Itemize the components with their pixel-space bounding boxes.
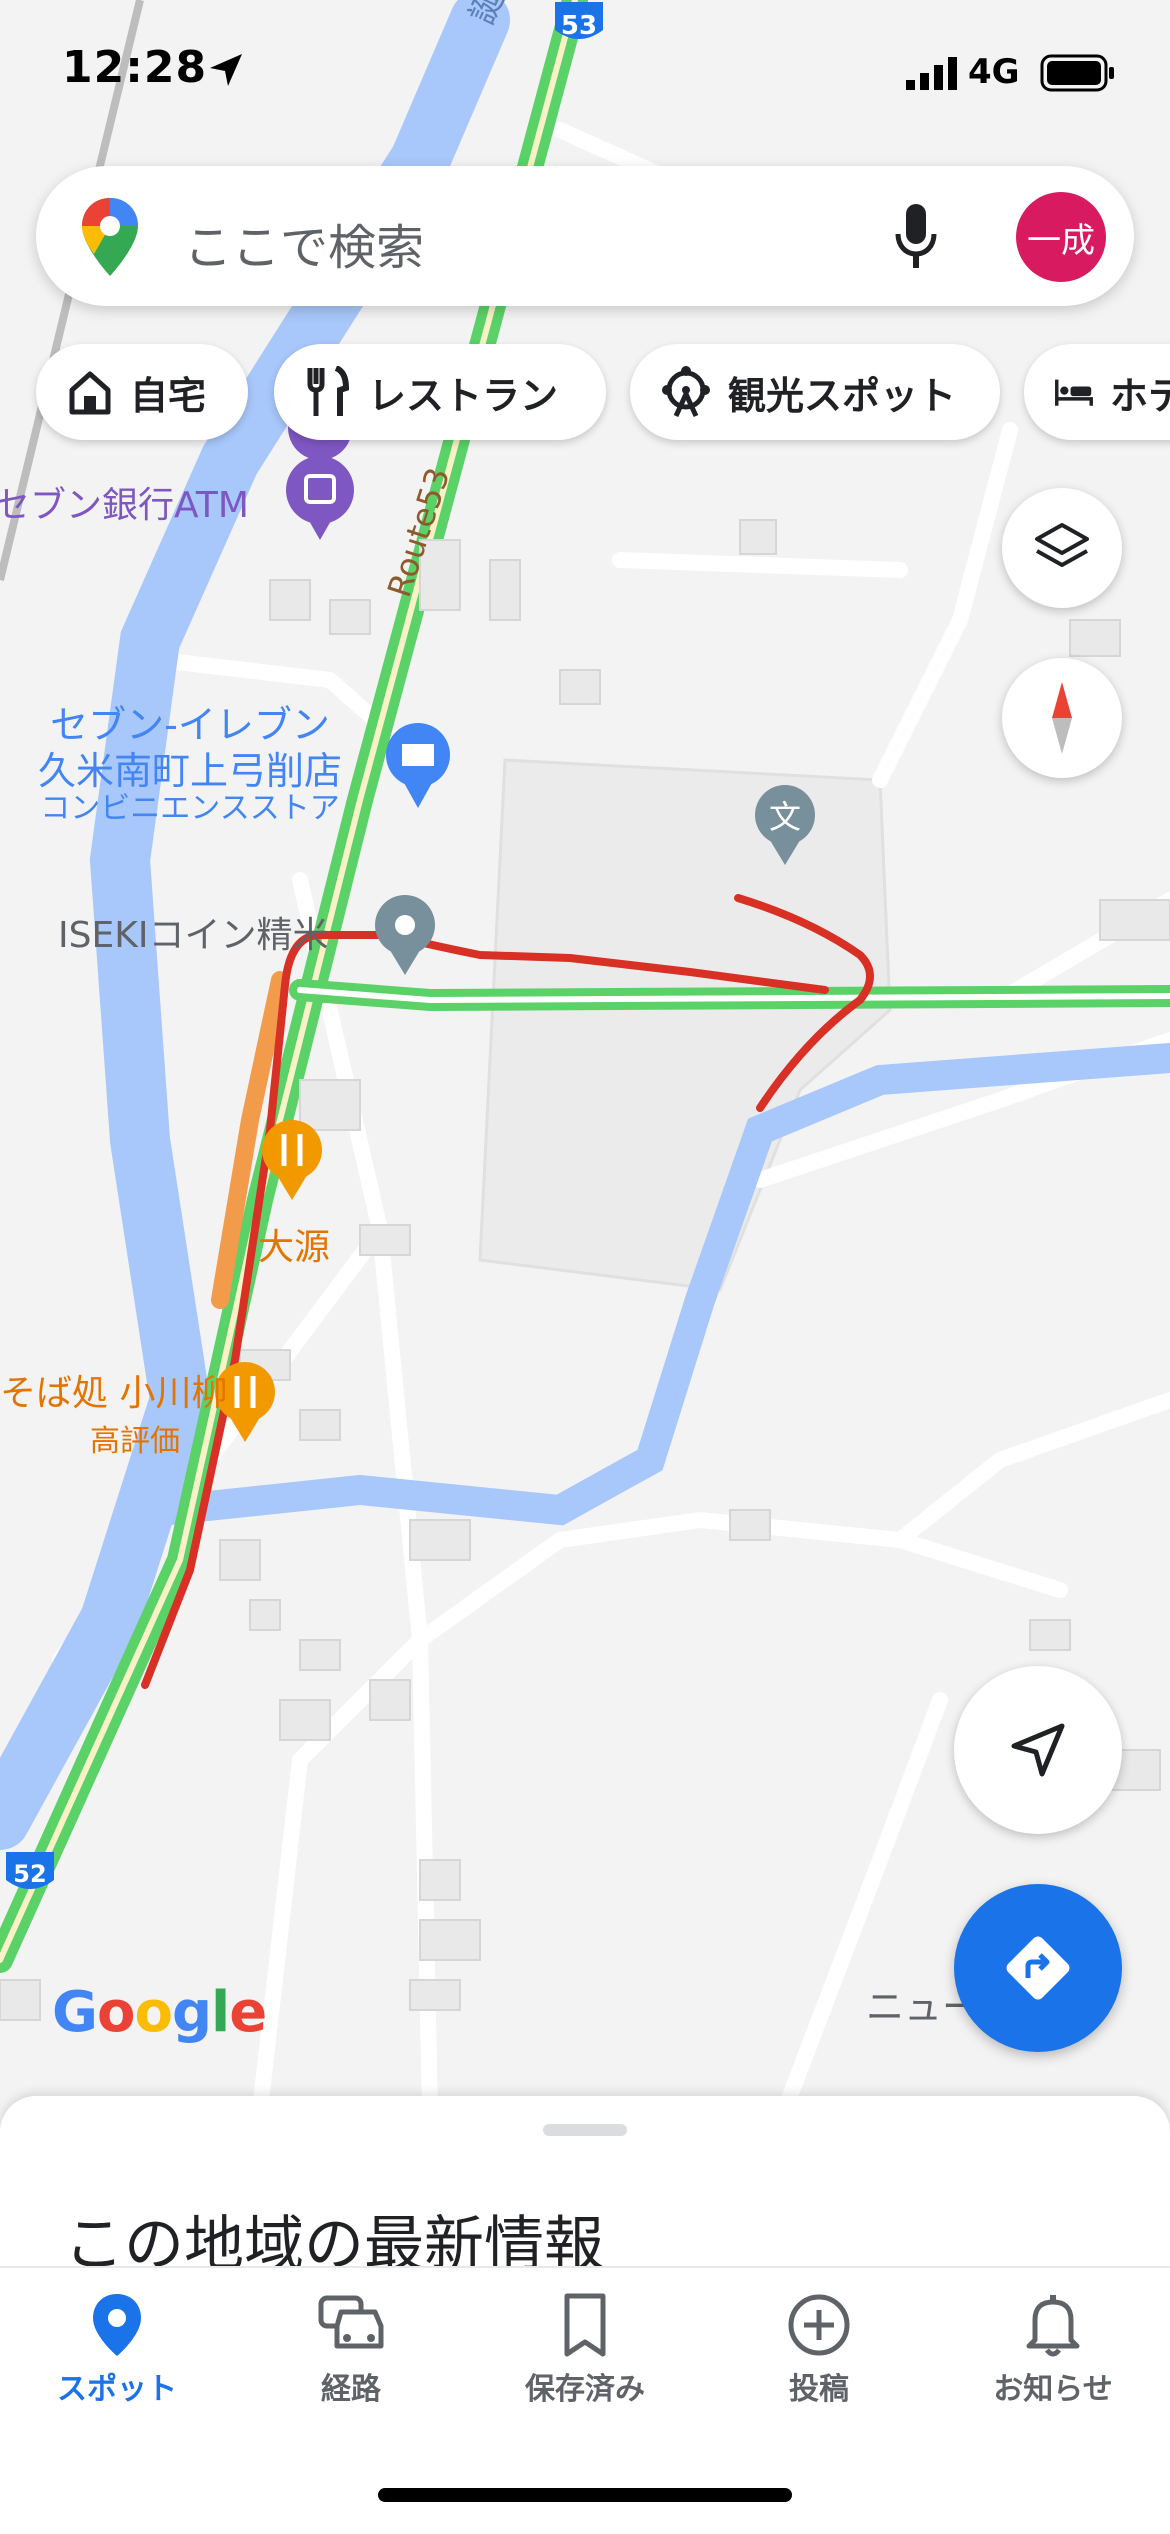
add-circle-icon [788,2294,850,2356]
home-icon [69,371,111,415]
tab-explore[interactable]: スポット [0,2292,234,2442]
tab-contribute[interactable]: 投稿 [702,2292,936,2442]
google-attribution: Google [52,1980,267,2045]
search-input[interactable]: ここで検索 [184,208,424,278]
road-badge-52-text: 52 [13,1860,46,1888]
ferris-wheel-icon [662,366,710,418]
bookmark-icon [564,2293,606,2357]
hotel-icon [1055,379,1093,406]
sheet-handle[interactable] [543,2124,627,2136]
restaurant-icon [307,366,350,416]
directions-icon [1006,1936,1070,2000]
place-label-ogawa[interactable]: そば処 小川柳 高評価 [0,1364,227,1460]
status-bar: 12:28 4G [0,0,1170,150]
microphone-icon[interactable] [892,202,940,272]
place-name: そば処 小川柳 [0,1373,228,1414]
tab-go[interactable]: 経路 [234,2292,468,2442]
chip-label: ホテル [1109,373,1170,418]
location-arrow-icon [210,54,242,86]
chip-home[interactable]: 自宅 [36,344,248,440]
chip-restaurant[interactable]: レストラン [274,344,606,440]
place-label-seven-eleven[interactable]: セブン-イレブン 久米南町上弓削店 コンビニエンスストア [38,702,342,824]
road-badge-52: 52 [6,1852,54,1889]
bell-icon [1026,2295,1080,2357]
tab-label: スポット [57,2372,177,2407]
home-indicator [378,2488,792,2502]
signal-icon [906,57,957,90]
compass-icon [1052,682,1072,754]
place-label-rice-mill[interactable]: ISEKIコイン精米 [58,906,328,958]
avatar[interactable]: 一成 [1016,192,1106,282]
chip-label: 自宅 [130,373,207,418]
search-bar[interactable]: ここで検索 一成 [36,166,1134,306]
tab-label: 保存済み [525,2372,645,2407]
my-location-button[interactable] [954,1666,1122,1834]
compass-button[interactable] [1002,658,1122,778]
place-label-daigen[interactable]: 大源 [258,1218,330,1270]
status-time: 12:28 [62,42,208,93]
place-label-atm[interactable]: セブン銀行ATM [0,476,249,528]
chip-sightseeing[interactable]: 観光スポット [630,344,1000,440]
navigation-arrow-icon [1011,1723,1065,1777]
chip-label: レストラン [368,373,559,418]
place-category: コンビニエンスストア [40,791,340,826]
tab-label: 投稿 [789,2372,849,2407]
place-name: セブン-イレブン [50,703,330,747]
svg-text:文: 文 [769,798,801,836]
location-pin-icon [93,2294,141,2356]
place-note: 高評価 [90,1424,180,1459]
place-name-line2: 久米南町上弓削店 [38,749,343,793]
maps-logo-icon [82,198,138,276]
tab-label: 経路 [321,2372,381,2407]
chip-label: 観光スポット [728,373,957,418]
tab-label: お知らせ [993,2372,1113,2407]
battery-icon [1040,54,1114,92]
network-type: 4G [968,52,1020,92]
tab-saved[interactable]: 保存済み [468,2292,702,2442]
layers-icon [1035,523,1089,567]
chip-hotel[interactable]: ホテル [1024,344,1170,440]
layers-button[interactable] [1002,488,1122,608]
car-icon [318,2295,384,2349]
tab-updates[interactable]: お知らせ [936,2292,1170,2442]
directions-button[interactable] [954,1884,1122,2052]
